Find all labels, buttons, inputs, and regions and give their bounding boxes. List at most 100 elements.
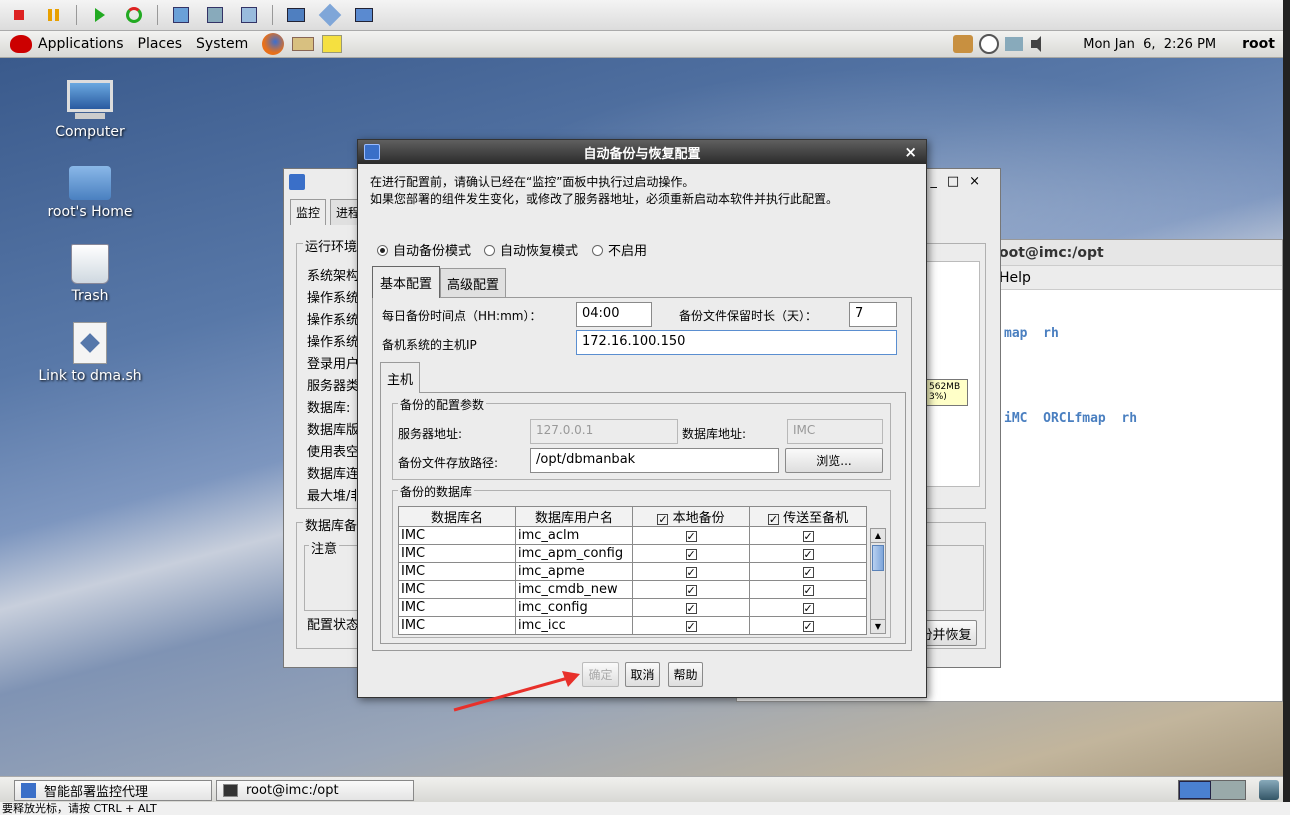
volume-icon[interactable] <box>1031 36 1053 52</box>
notes-icon[interactable] <box>322 35 343 53</box>
clock[interactable]: Mon Jan 6, 2:26 PM <box>1083 37 1216 52</box>
home-folder-icon <box>69 166 111 200</box>
tab-advanced-config[interactable]: 高级配置 <box>440 268 506 297</box>
desktop-icon-label: Computer <box>55 124 125 140</box>
checkbox-icon[interactable]: ✓ <box>767 514 779 525</box>
network-icon[interactable] <box>979 34 1000 54</box>
desktop-icon-computer[interactable]: Computer <box>35 80 145 140</box>
checkbox-icon[interactable]: ✓ <box>802 567 814 578</box>
play-icon[interactable] <box>89 4 111 26</box>
scroll-up-icon[interactable]: ▲ <box>871 529 885 543</box>
checkbox-icon[interactable]: ✓ <box>685 585 697 596</box>
checkbox-icon[interactable]: ✓ <box>802 531 814 542</box>
env-row-label: 数据库版 <box>307 423 360 438</box>
unity-icon[interactable] <box>318 3 342 27</box>
notice-title: 注意 <box>309 538 340 557</box>
table-row[interactable]: IMC imc_config ✓ ✓ <box>398 598 867 617</box>
backup-path-label: 备份文件存放路径: <box>398 456 499 470</box>
checkbox-icon[interactable]: ✓ <box>685 531 697 542</box>
snapshot-manager-icon[interactable] <box>238 4 260 26</box>
snapshot-icon[interactable] <box>170 4 192 26</box>
scrollbar-thumb[interactable] <box>872 545 884 571</box>
retain-days-input[interactable]: 7 <box>849 302 897 327</box>
checkbox-icon[interactable]: ✓ <box>802 585 814 596</box>
column-header-local-backup[interactable]: ✓ 本地备份 <box>632 506 750 527</box>
menu-system[interactable]: System <box>196 36 248 52</box>
radio-icon <box>377 245 388 256</box>
console-icon[interactable] <box>353 4 375 26</box>
checkbox-icon[interactable]: ✓ <box>657 514 669 525</box>
daily-time-input[interactable]: 04:00 <box>576 302 652 327</box>
db-group-title: 备份的数据库 <box>398 483 475 500</box>
tab-monitor[interactable]: 监控 <box>290 199 326 225</box>
retain-days-label: 备份文件保留时长（天）： <box>679 309 818 323</box>
table-row[interactable]: IMC imc_aclm ✓ ✓ <box>398 526 867 545</box>
display-icon[interactable] <box>1005 37 1024 51</box>
user-name[interactable]: root <box>1242 36 1275 52</box>
desktop-icon-home[interactable]: root's Home <box>35 166 145 220</box>
close-icon[interactable]: × <box>904 143 917 161</box>
table-row[interactable]: IMC imc_icc ✓ ✓ <box>398 616 867 635</box>
cancel-button[interactable]: 取消 <box>625 662 660 687</box>
local-backup-cell: ✓ <box>632 562 750 581</box>
desktop-icon-dma-link[interactable]: Link to dma.sh <box>35 322 145 384</box>
firefox-icon[interactable] <box>262 33 285 55</box>
mail-icon[interactable] <box>292 37 315 51</box>
standby-ip-input[interactable]: 172.16.100.150 <box>576 330 897 355</box>
trash-applet-icon[interactable] <box>1259 780 1279 800</box>
checkbox-icon[interactable]: ✓ <box>802 603 814 614</box>
table-row[interactable]: IMC imc_apm_config ✓ ✓ <box>398 544 867 563</box>
stop-icon[interactable] <box>8 4 30 26</box>
help-button[interactable]: 帮助 <box>668 662 703 687</box>
env-row-label: 操作系统 <box>307 335 360 350</box>
server-addr-input[interactable]: 127.0.0.1 <box>530 419 678 444</box>
window-controls[interactable]: _□× <box>930 174 990 189</box>
computer-icon <box>67 80 113 120</box>
menu-applications[interactable]: Applications <box>38 36 124 52</box>
desktop-icon-label: root's Home <box>47 204 133 220</box>
pause-icon[interactable] <box>42 4 64 26</box>
toolbar-separator <box>272 5 273 25</box>
mode-auto-restore[interactable]: 自动恢复模式 <box>484 240 578 259</box>
db-user-cell: imc_cmdb_new <box>515 580 633 599</box>
checkbox-icon[interactable]: ✓ <box>685 621 697 632</box>
ok-button[interactable]: 确定 <box>582 662 619 687</box>
column-header-db-user[interactable]: 数据库用户名 <box>515 506 633 527</box>
fullscreen-icon[interactable] <box>285 4 307 26</box>
scroll-down-icon[interactable]: ▼ <box>871 619 885 633</box>
refresh-icon[interactable] <box>123 4 145 26</box>
update-icon[interactable] <box>953 35 974 53</box>
backup-path-input[interactable]: /opt/dbmanbak <box>530 448 779 473</box>
task-monitor-agent[interactable]: 智能部署监控代理 <box>14 780 212 801</box>
send-standby-cell: ✓ <box>749 616 867 635</box>
trash-icon <box>71 244 109 284</box>
checkbox-icon[interactable]: ✓ <box>685 603 697 614</box>
checkbox-icon[interactable]: ✓ <box>685 567 697 578</box>
table-row[interactable]: IMC imc_apme ✓ ✓ <box>398 562 867 581</box>
db-addr-input[interactable]: IMC <box>787 419 883 444</box>
mode-disabled[interactable]: 不启用 <box>592 240 647 259</box>
checkbox-icon[interactable]: ✓ <box>685 549 697 560</box>
toolbar-separator <box>76 5 77 25</box>
desktop-icon-trash[interactable]: Trash <box>35 244 145 304</box>
checkbox-icon[interactable]: ✓ <box>802 549 814 560</box>
table-row[interactable]: IMC imc_cmdb_new ✓ ✓ <box>398 580 867 599</box>
mode-auto-backup[interactable]: 自动备份模式 <box>377 240 471 259</box>
table-scrollbar[interactable]: ▲ ▼ <box>870 528 886 634</box>
column-header-db-name[interactable]: 数据库名 <box>398 506 516 527</box>
send-standby-cell: ✓ <box>749 580 867 599</box>
checkbox-icon[interactable]: ✓ <box>802 621 814 632</box>
task-terminal[interactable]: root@imc:/opt <box>216 780 414 801</box>
env-row-label: 登录用户 <box>307 357 360 372</box>
snapshot-restore-icon[interactable] <box>204 4 226 26</box>
tab-basic-config[interactable]: 基本配置 <box>372 266 440 298</box>
send-standby-cell: ✓ <box>749 526 867 545</box>
menu-places[interactable]: Places <box>138 36 183 52</box>
browse-button[interactable]: 浏览... <box>785 448 883 473</box>
tab-host[interactable]: 主机 <box>380 362 420 393</box>
column-header-label: 本地备份 <box>672 511 725 526</box>
server-addr-label: 服务器地址: <box>398 427 463 441</box>
workspace-switcher[interactable] <box>1178 780 1246 800</box>
local-backup-cell: ✓ <box>632 526 750 545</box>
column-header-send-standby[interactable]: ✓ 传送至备机 <box>749 506 867 527</box>
